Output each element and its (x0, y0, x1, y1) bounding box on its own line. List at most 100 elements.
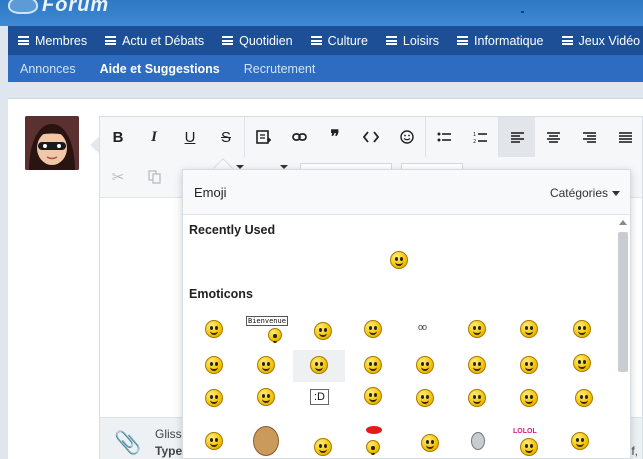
quote-button[interactable]: ❞ (317, 119, 353, 155)
menu-icon (561, 36, 573, 45)
emoji-dancing[interactable] (314, 438, 332, 456)
emoji-cheering[interactable] (571, 432, 589, 450)
emoji-tongue-out[interactable] (364, 387, 382, 405)
paperclip-icon: 📎 (114, 430, 142, 455)
copy-icon (147, 170, 161, 184)
nav-label: Loisirs (402, 33, 440, 48)
nav-label: Culture (327, 33, 368, 48)
emoji-blank[interactable] (468, 356, 486, 374)
code-button[interactable] (353, 119, 389, 155)
emoji-happy[interactable] (573, 320, 591, 338)
emoji-popup-title: Emoji (194, 185, 227, 200)
align-center-button[interactable] (535, 119, 571, 155)
emoji-scrollbar[interactable] (618, 232, 628, 372)
logo-text: Forum (42, 0, 110, 16)
nav-item-quotidien[interactable]: Quotidien (212, 26, 301, 55)
numbered-list-button[interactable]: 12 (462, 119, 498, 155)
svg-text:1: 1 (473, 132, 476, 138)
top-banner: Forum (0, 0, 643, 26)
emoji-big-grin[interactable] (310, 356, 328, 374)
smiley-icon (400, 130, 414, 144)
link-icon (291, 133, 307, 141)
menu-icon (105, 36, 117, 45)
strikethrough-button[interactable]: S (208, 119, 244, 155)
subnav-item-annonces[interactable]: Annonces (8, 62, 88, 76)
italic-button[interactable]: I (136, 119, 172, 155)
copy-button[interactable] (136, 159, 172, 195)
align-center-icon (546, 131, 560, 143)
emoji-shocked[interactable] (520, 356, 538, 374)
emoji-smile-tongue[interactable] (205, 320, 223, 338)
emoji-confused[interactable] (520, 389, 538, 407)
subnav-item-recrutement[interactable]: Recrutement (232, 62, 328, 76)
align-left-icon (510, 131, 524, 143)
emoji-meh[interactable] (257, 356, 275, 374)
emoji-popup: Emoji Catégories Recently Used Emoticons… (182, 169, 631, 459)
nav-item-jeux-video[interactable]: Jeux Vidéo (552, 26, 643, 55)
subnav-item-aide[interactable]: Aide et Suggestions (88, 62, 232, 76)
cut-button[interactable]: ✂ (100, 159, 136, 195)
emoji-smile[interactable] (205, 356, 223, 374)
emoji-lol[interactable] (520, 438, 538, 456)
insert-media-button[interactable] (245, 119, 281, 155)
nav-item-culture[interactable]: Culture (301, 26, 376, 55)
numbered-list-icon: 12 (473, 132, 487, 144)
categories-label: Catégories (549, 186, 608, 200)
emoji-wizard[interactable] (205, 432, 223, 450)
site-logo[interactable]: Forum (8, 0, 109, 16)
emoji-cool[interactable] (205, 389, 223, 407)
align-right-button[interactable] (571, 119, 607, 155)
bullet-list-button[interactable] (426, 119, 462, 155)
globe-logo-icon (8, 0, 38, 14)
emoji-recent-smiley[interactable] (390, 251, 408, 269)
emoji-surprised[interactable] (314, 322, 332, 340)
emoji-red-hat[interactable] (366, 426, 382, 434)
emoji-bienvenue-smiley (268, 328, 282, 343)
emoji-scared[interactable] (257, 388, 275, 406)
emoji-text-grin[interactable]: :D (310, 389, 329, 405)
emoticons-heading: Emoticons (189, 287, 253, 301)
bullet-list-icon (437, 132, 451, 142)
toolbar-row-2: ✂ (100, 157, 172, 197)
emoji-rolleyes[interactable] (468, 320, 486, 338)
emoji-angel[interactable] (573, 354, 591, 372)
emoji-party[interactable] (366, 440, 380, 455)
insert-media-icon (255, 129, 271, 144)
emoji-neutral[interactable] (520, 320, 538, 338)
align-right-icon (582, 131, 596, 143)
nav-label: Quotidien (239, 33, 293, 48)
menu-icon (222, 36, 234, 45)
emoji-bienvenue[interactable]: Bienvenue (246, 316, 288, 326)
emoji-grin[interactable] (364, 320, 382, 338)
emoji-angry[interactable] (416, 389, 434, 407)
scroll-up-arrow[interactable] (619, 220, 627, 225)
emoji-lol-banner: LOLOL (513, 428, 537, 435)
categories-dropdown[interactable]: Catégories (550, 186, 620, 200)
justify-button[interactable] (607, 119, 643, 155)
nav-item-actu[interactable]: Actu et Débats (95, 26, 212, 55)
nav-item-informatique[interactable]: Informatique (447, 26, 551, 55)
recently-used-heading: Recently Used (189, 223, 276, 237)
chevron-down-icon (612, 190, 620, 196)
emoji-eyes[interactable]: oo (418, 322, 427, 332)
menu-icon (385, 36, 397, 45)
emoji-closed-eyes[interactable] (364, 356, 382, 374)
dropzone-types: Type (155, 444, 183, 458)
nav-item-loisirs[interactable]: Loisirs (376, 26, 447, 55)
nav-label: Jeux Vidéo (578, 33, 641, 48)
emoji-popup-header: Emoji Catégories (183, 170, 630, 215)
emoji-suspicious[interactable] (468, 389, 486, 407)
menu-icon (18, 36, 29, 45)
emoji-jumping[interactable] (421, 434, 439, 452)
nav-item-membres[interactable]: Membres (8, 26, 95, 55)
emoji-alien[interactable] (471, 432, 485, 450)
link-button[interactable] (281, 119, 317, 155)
align-left-button[interactable] (499, 117, 535, 157)
emoji-wink[interactable] (416, 356, 434, 374)
emoji-potato[interactable] (253, 426, 279, 456)
emoji-tongue-wink[interactable] (575, 389, 593, 407)
emoji-button[interactable] (389, 119, 425, 155)
bold-button[interactable]: B (100, 119, 136, 155)
underline-button[interactable]: U (172, 119, 208, 155)
quote-icon: ❞ (330, 127, 340, 146)
